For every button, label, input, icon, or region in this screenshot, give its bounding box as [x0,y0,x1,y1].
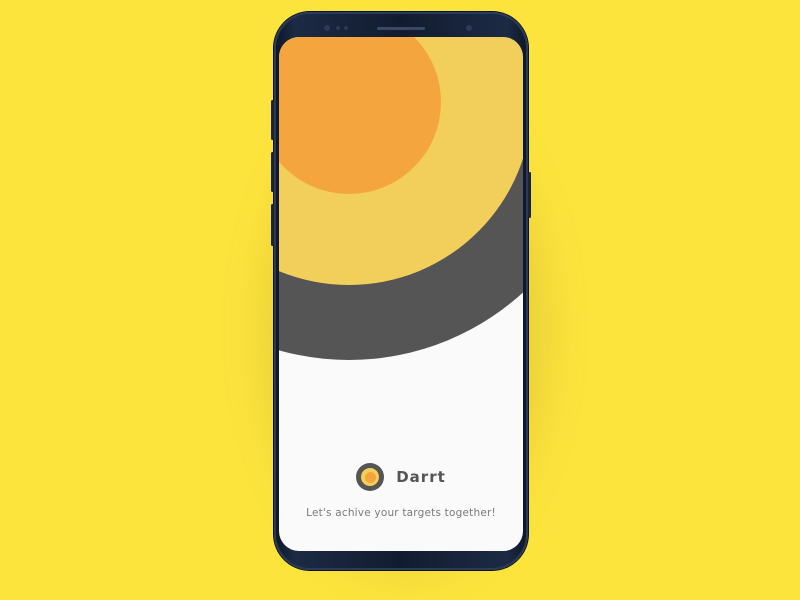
sensor-icon [324,25,330,31]
target-logo-icon [356,463,385,491]
assistant-button [271,204,274,246]
volume-up-button [271,100,274,140]
brand-lockup: Darrt [279,463,523,491]
camera-icon [466,25,472,31]
sensor-icon [344,26,348,30]
stage: Darrt Let's achive your targets together… [0,0,800,600]
app-name: Darrt [396,468,446,486]
earpiece-speaker [377,27,425,30]
volume-down-button [271,152,274,192]
phone-frame: Darrt Let's achive your targets together… [271,12,531,570]
sensor-icon [336,26,340,30]
power-button [528,172,531,218]
splash-screen: Darrt Let's achive your targets together… [279,37,523,551]
tagline: Let's achive your targets together! [306,507,496,519]
